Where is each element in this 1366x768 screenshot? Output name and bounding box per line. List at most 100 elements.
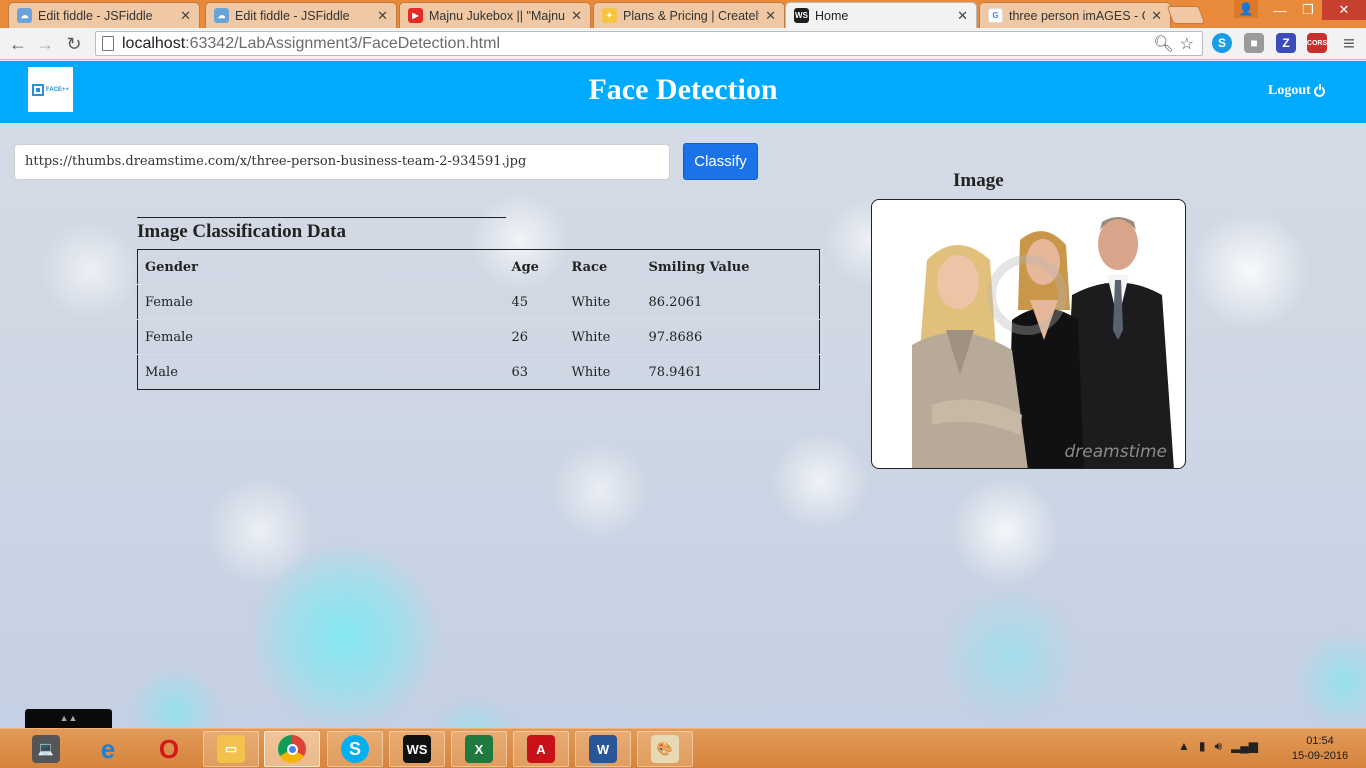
google-g-icon: G bbox=[988, 8, 1003, 23]
browser-toolbar: ← → ↻ localhost:63342/LabAssignment3/Fac… bbox=[0, 28, 1366, 60]
page-icon bbox=[102, 36, 114, 51]
header-gender: Gender bbox=[137, 249, 505, 285]
minimized-panel-tab[interactable]: ▲▲ bbox=[25, 709, 112, 728]
cell-smiling-value: 78.9461 bbox=[648, 364, 703, 380]
page-title: Face Detection bbox=[588, 73, 778, 106]
opera-icon[interactable]: O bbox=[141, 731, 197, 767]
address-path: :63342/LabAssignment3/FaceDetection.html bbox=[185, 34, 501, 52]
logout-label: Logout bbox=[1268, 83, 1311, 98]
tab-creately[interactable]: ✦ Plans & Pricing | Creately ✕ bbox=[593, 2, 785, 28]
cell-smiling-value: 97.8686 bbox=[641, 319, 820, 355]
network-signal-icon[interactable]: ▂▄▆ bbox=[1231, 739, 1258, 754]
user-profile-icon[interactable]: 👤 bbox=[1234, 0, 1258, 18]
close-icon[interactable]: ✕ bbox=[377, 8, 388, 24]
tab-google-images[interactable]: G three person imAGES - Go ✕ bbox=[979, 2, 1171, 28]
restore-icon[interactable]: ❐ bbox=[1294, 0, 1322, 20]
tab-label: Plans & Pricing | Creately bbox=[623, 8, 760, 23]
reload-icon[interactable]: ↻ bbox=[62, 32, 86, 56]
browser-tab-strip: ☁ Edit fiddle - JSFiddle ✕ ☁ Edit fiddle… bbox=[0, 0, 1366, 28]
tray-expand-icon[interactable]: ▲ bbox=[1178, 739, 1190, 754]
forward-arrow-icon[interactable]: → bbox=[33, 32, 57, 56]
zoom-icon[interactable]: 🔍︎ bbox=[1153, 34, 1173, 54]
excel-icon[interactable]: X bbox=[451, 731, 507, 767]
grey-extension-icon[interactable]: ■ bbox=[1244, 33, 1264, 53]
laptop-settings-icon[interactable]: 💻 bbox=[18, 731, 74, 767]
skype-extension-icon[interactable]: S bbox=[1212, 33, 1232, 53]
cell-race: White bbox=[571, 364, 611, 380]
close-icon[interactable]: ✕ bbox=[571, 8, 582, 24]
cell-age: 26 bbox=[504, 319, 565, 355]
clock-date: 15-09-2016 bbox=[1291, 750, 1349, 762]
chrome-icon[interactable] bbox=[264, 731, 320, 767]
panel-title: Image Classification Data bbox=[137, 217, 506, 249]
classify-button[interactable]: Classify bbox=[683, 143, 758, 180]
navbar: FACE++ Face Detection Logout bbox=[0, 61, 1366, 123]
watermark-logo-icon bbox=[987, 255, 1067, 335]
menu-icon[interactable]: ≡ bbox=[1337, 32, 1361, 56]
tab-jsfiddle-2[interactable]: ☁ Edit fiddle - JSFiddle ✕ bbox=[205, 2, 397, 28]
acrobat-icon[interactable]: A bbox=[513, 731, 569, 767]
logout-link[interactable]: Logout bbox=[1268, 83, 1325, 99]
jsfiddle-cloud-icon: ☁ bbox=[17, 8, 32, 23]
youtube-icon: ▶ bbox=[408, 8, 423, 23]
cell-gender: Female bbox=[137, 319, 505, 355]
taskbar-clock[interactable]: 01:54 15-09-2016 bbox=[1285, 734, 1355, 764]
back-arrow-icon[interactable]: ← bbox=[6, 32, 30, 56]
jsfiddle-cloud-icon: ☁ bbox=[214, 8, 229, 23]
cell-race: White bbox=[564, 284, 642, 320]
close-icon[interactable]: ✕ bbox=[180, 8, 191, 24]
windows-taskbar: 💻 e O ▭ S WS X A W 🎨 ▲ ▮ 🔊︎ ▂▄▆ 01:54 15… bbox=[0, 728, 1366, 768]
paint-icon[interactable]: 🎨 bbox=[637, 731, 693, 767]
window-close-icon[interactable]: ✕ bbox=[1322, 0, 1366, 20]
classification-panel: Image Classification Data Gender Age Rac… bbox=[137, 217, 820, 390]
cell-smiling-value: 86.2061 bbox=[641, 284, 820, 320]
cors-extension-icon[interactable]: CORS bbox=[1307, 33, 1327, 53]
close-icon[interactable]: ✕ bbox=[765, 8, 776, 24]
image-url-input[interactable]: https://thumbs.dreamstime.com/x/three-pe… bbox=[14, 144, 670, 180]
volume-icon[interactable]: 🔊︎ bbox=[1215, 739, 1223, 754]
address-host: localhost bbox=[122, 34, 186, 52]
cell-gender: Female bbox=[137, 284, 505, 320]
tab-label: Edit fiddle - JSFiddle bbox=[235, 8, 350, 23]
new-tab-button[interactable] bbox=[1166, 6, 1206, 24]
battery-icon[interactable]: ▮ bbox=[1199, 739, 1206, 754]
table-header-row: Gender Age Race Smiling Value bbox=[137, 249, 820, 285]
tab-label: three person imAGES - Go bbox=[1009, 8, 1146, 23]
table-row: Male 63 White 78.9461 bbox=[138, 355, 820, 390]
close-icon[interactable]: ✕ bbox=[1151, 8, 1162, 24]
clock-time: 01:54 bbox=[1306, 735, 1334, 747]
tab-home[interactable]: WS Home ✕ bbox=[785, 2, 977, 28]
creately-bulb-icon: ✦ bbox=[602, 8, 617, 23]
tab-youtube[interactable]: ▶ Majnu Jukebox || "Majnu" ✕ bbox=[399, 2, 591, 28]
image-heading: Image bbox=[953, 170, 1004, 191]
cell-race: White bbox=[564, 319, 642, 355]
cell-age: 45 bbox=[504, 284, 565, 320]
header-race: Race bbox=[564, 249, 642, 285]
z-extension-icon[interactable]: Z bbox=[1276, 33, 1296, 53]
classification-table: Gender Age Race Smiling Value Female 45 … bbox=[137, 249, 820, 390]
table-row: Female 26 White 97.8686 bbox=[137, 319, 820, 355]
webstorm-icon[interactable]: WS bbox=[389, 731, 445, 767]
tab-label: Edit fiddle - JSFiddle bbox=[38, 8, 153, 23]
tab-label: Home bbox=[815, 8, 849, 23]
internet-explorer-icon[interactable]: e bbox=[80, 731, 136, 767]
page-viewport: FACE++ Face Detection Logout https://thu… bbox=[0, 61, 1366, 728]
file-explorer-icon[interactable]: ▭ bbox=[203, 731, 259, 767]
watermark-text: dreamstime bbox=[1064, 442, 1167, 462]
photo-three-people: dreamstime bbox=[871, 199, 1186, 469]
word-icon[interactable]: W bbox=[575, 731, 631, 767]
webstorm-icon: WS bbox=[794, 8, 809, 23]
address-bar[interactable]: localhost:63342/LabAssignment3/FaceDetec… bbox=[95, 31, 1203, 56]
minimize-icon[interactable]: — bbox=[1266, 0, 1294, 20]
table-row: Female 45 White 86.2061 bbox=[137, 284, 820, 320]
tab-jsfiddle-1[interactable]: ☁ Edit fiddle - JSFiddle ✕ bbox=[8, 2, 200, 28]
cell-age: 63 bbox=[511, 364, 529, 380]
close-icon[interactable]: ✕ bbox=[957, 8, 968, 24]
bookmark-star-icon[interactable]: ☆ bbox=[1180, 34, 1194, 54]
cell-gender: Male bbox=[145, 364, 178, 380]
tab-label: Majnu Jukebox || "Majnu" bbox=[429, 8, 566, 23]
power-icon bbox=[1313, 83, 1325, 97]
header-age: Age bbox=[504, 249, 565, 285]
skype-icon[interactable]: S bbox=[327, 731, 383, 767]
system-tray: ▲ ▮ 🔊︎ ▂▄▆ bbox=[1178, 739, 1258, 754]
